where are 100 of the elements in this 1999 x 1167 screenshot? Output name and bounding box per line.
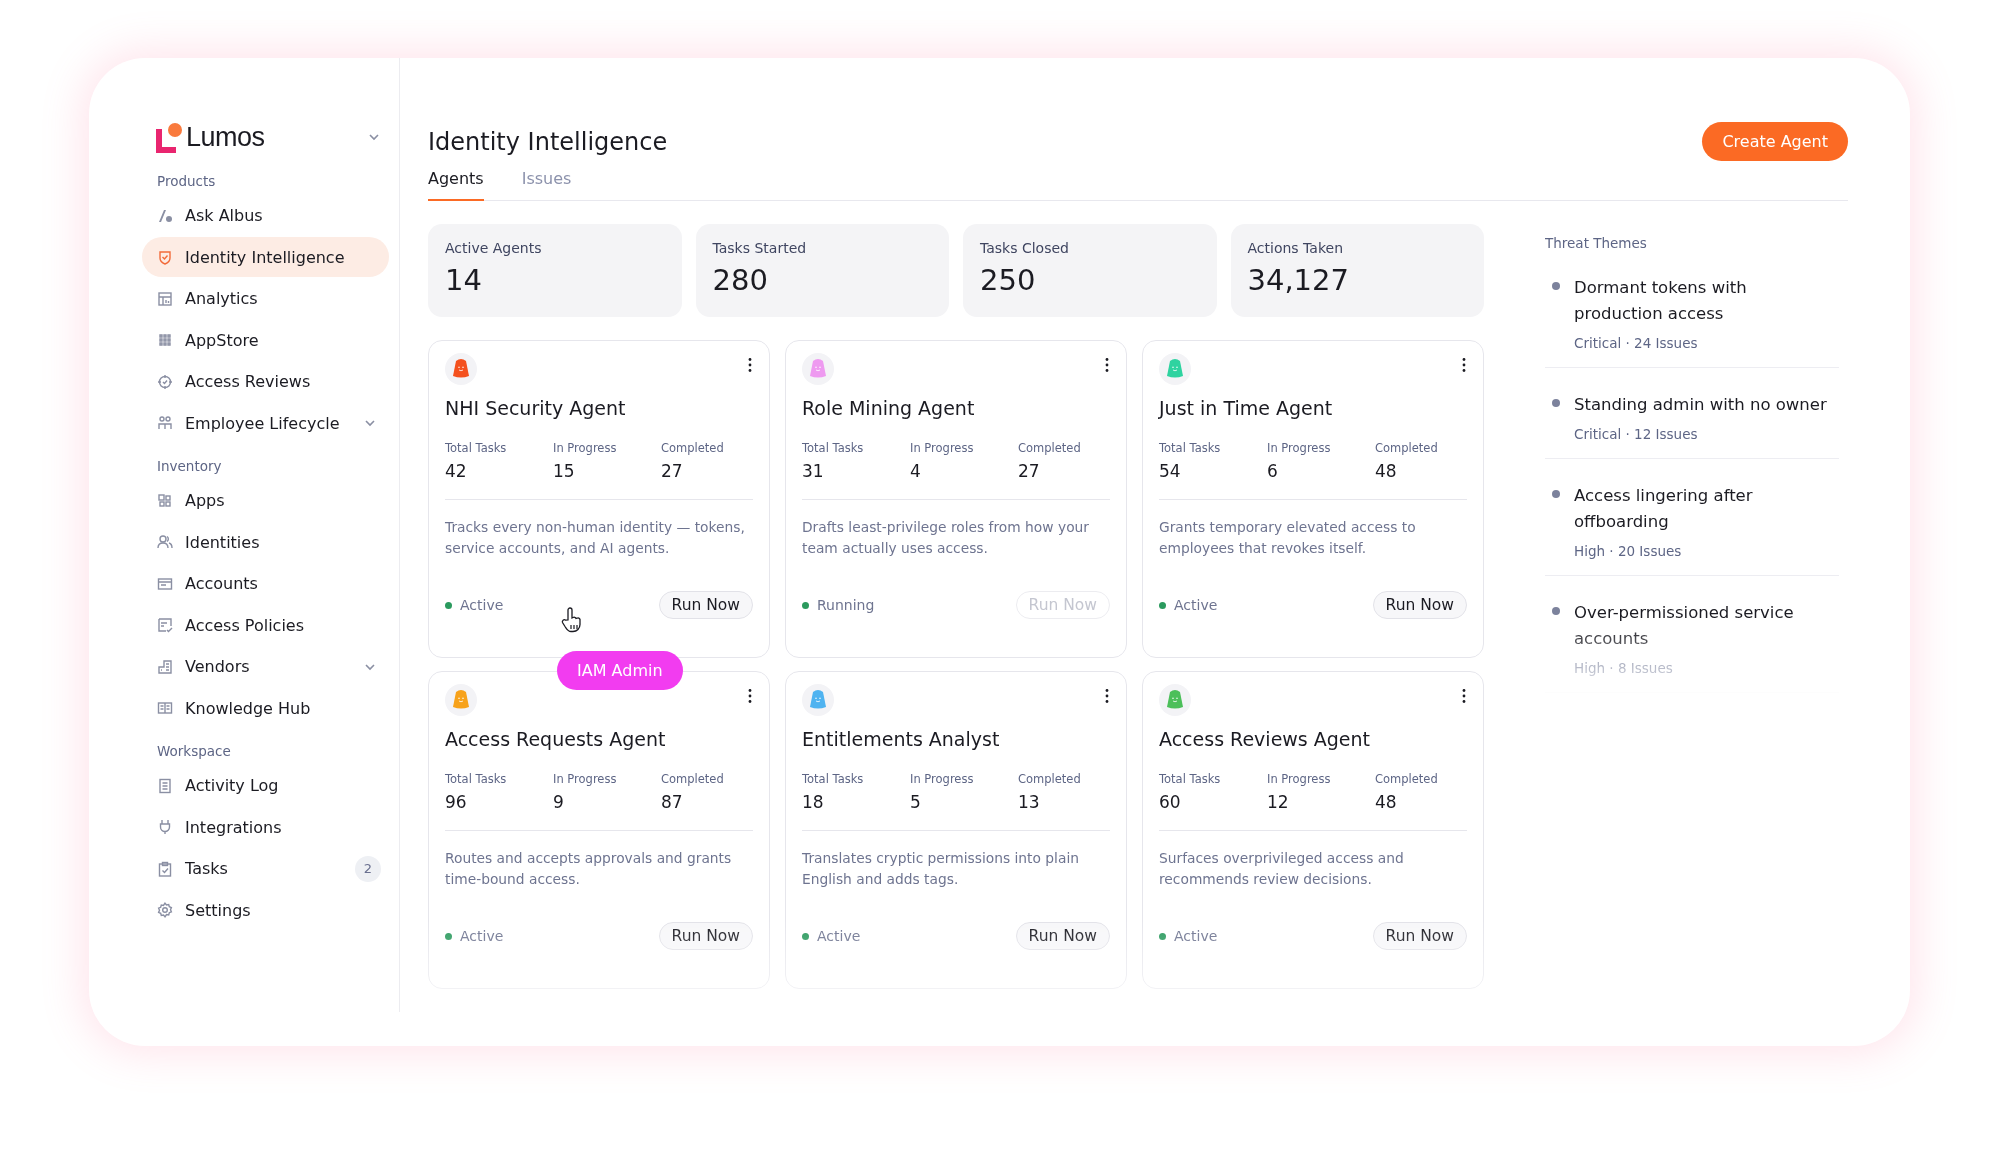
sidebar-item[interactable]: Vendors (142, 646, 389, 687)
metric-label: In Progress (553, 441, 618, 455)
sidebar-item[interactable]: Access Reviews (142, 361, 389, 402)
threat-title: Over-permissioned service accounts (1574, 602, 1795, 650)
status-label: Active (817, 928, 861, 944)
sidebar-item[interactable]: Knowledge Hub (142, 688, 389, 729)
more-icon[interactable] (1461, 357, 1467, 373)
sidebar-item[interactable]: AppStore (142, 320, 389, 361)
sidebar-item[interactable]: Activity Log (142, 765, 389, 806)
metric-value: 15 (553, 461, 576, 481)
agent-name: Access Reviews Agent (1159, 728, 1372, 750)
sidebar-item-label: Activity Log (185, 776, 280, 796)
metric-label: In Progress (1267, 441, 1332, 455)
status-dot (1159, 601, 1166, 609)
status-label: Active (460, 597, 504, 613)
stat-value: 250 (980, 263, 1037, 297)
panel-title: Threat Themes (1545, 235, 1648, 251)
metric-label: In Progress (1267, 772, 1332, 786)
sidebar-item[interactable]: Integrations (142, 807, 389, 848)
metric-label: Total Tasks (802, 441, 865, 455)
bullet-dot (1552, 399, 1560, 407)
sidebar-item-label: AppStore (185, 330, 260, 350)
agent-name: Just in Time Agent (1159, 397, 1334, 419)
stat-label: Tasks Closed (980, 240, 1070, 256)
agent-description: Routes and accepts approvals and grants time-bound access. (445, 849, 733, 889)
settings-icon (157, 902, 173, 919)
sidebar-item[interactable]: Apps (142, 480, 389, 521)
metric-value: 5 (910, 792, 922, 812)
plug-icon (157, 819, 173, 836)
sidebar-item[interactable]: Identities (142, 522, 389, 563)
more-icon[interactable] (1104, 357, 1110, 373)
section-label: Products (156, 172, 217, 191)
window-icon (157, 575, 173, 592)
sidebar-item-label: Tasks (185, 859, 229, 879)
section-label: Inventory (156, 457, 223, 476)
run-now-button[interactable]: Run Now (1372, 591, 1467, 619)
avatar-icon (1159, 353, 1191, 385)
metric-label: Total Tasks (1159, 441, 1222, 455)
metric-value: 87 (661, 792, 684, 812)
status-label: Active (460, 928, 504, 944)
sidebar-item-label: Ask Albus (185, 206, 264, 226)
status-dot (1159, 932, 1166, 940)
metric-value: 18 (802, 792, 825, 812)
metric-value: 31 (802, 461, 825, 481)
metric-value: 42 (445, 461, 468, 481)
sidebar-item[interactable]: Tasks 2 (142, 848, 389, 889)
more-icon[interactable] (747, 688, 753, 704)
metric-value: 48 (1375, 461, 1398, 481)
hand-cursor-icon (560, 606, 584, 634)
clipboard-icon (157, 860, 173, 877)
more-icon[interactable] (1461, 688, 1467, 704)
threat-title: Dormant tokens with production access (1574, 277, 1748, 325)
more-icon[interactable] (747, 357, 753, 373)
sidebar-item-label: Accounts (185, 574, 259, 594)
metric-value: 13 (1018, 792, 1041, 812)
tab[interactable]: Agents (428, 161, 484, 201)
list-icon (157, 777, 173, 794)
stat-label: Actions Taken (1247, 240, 1344, 256)
sidebar-item[interactable]: Settings (142, 890, 389, 931)
sidebar-item[interactable]: Accounts (142, 563, 389, 604)
metric-label: In Progress (910, 441, 975, 455)
agent-name: Entitlements Analyst (802, 728, 1001, 750)
metric-label: Completed (1018, 772, 1082, 786)
sidebar-item-label: Apps (185, 491, 226, 511)
metric-label: Completed (1375, 441, 1439, 455)
sidebar-item[interactable]: Employee Lifecycle (142, 403, 389, 444)
run-now-button[interactable]: Run Now (658, 591, 753, 619)
avatar-icon (445, 684, 477, 716)
user-badge: IAM Admin (557, 651, 683, 690)
metric-value: 9 (553, 792, 565, 812)
agent-name: Role Mining Agent (802, 397, 976, 419)
bullet-dot (1552, 282, 1560, 290)
page-title: Identity Intelligence (428, 127, 668, 156)
metric-value: 12 (1267, 792, 1290, 812)
people-icon (157, 534, 173, 551)
sidebar-item[interactable]: Analytics (142, 278, 389, 319)
metric-value: 96 (445, 792, 468, 812)
more-icon[interactable] (1104, 688, 1110, 704)
threat-meta: Critical · 24 Issues (1574, 335, 1699, 351)
sidebar-item-label: Employee Lifecycle (185, 413, 341, 433)
people-icon (157, 415, 173, 432)
chart-icon (157, 290, 173, 307)
run-now-button[interactable]: Run Now (1372, 922, 1467, 950)
sidebar-item-label: Integrations (185, 817, 283, 837)
sidebar-item[interactable]: Access Policies (142, 605, 389, 646)
status-label: Active (1174, 928, 1218, 944)
status-label: Active (1174, 597, 1218, 613)
agent-description: Grants temporary elevated access to employees that revokes itself. (1159, 518, 1417, 558)
agent-name: Access Requests Agent (445, 728, 667, 750)
sidebar-item[interactable]: Identity Intelligence (142, 237, 389, 278)
run-now-button[interactable]: Run Now (1015, 922, 1110, 950)
metric-value: 48 (1375, 792, 1398, 812)
run-now-button[interactable]: Run Now (658, 922, 753, 950)
logo-icon (156, 122, 182, 153)
agent-description: Surfaces overprivileged access and recommends review decisions. (1159, 849, 1405, 889)
sidebar-item[interactable]: Ask Albus (142, 195, 389, 236)
status-dot (802, 601, 809, 609)
metric-label: In Progress (910, 772, 975, 786)
bullet-dot (1552, 607, 1560, 615)
metric-label: Completed (661, 772, 725, 786)
